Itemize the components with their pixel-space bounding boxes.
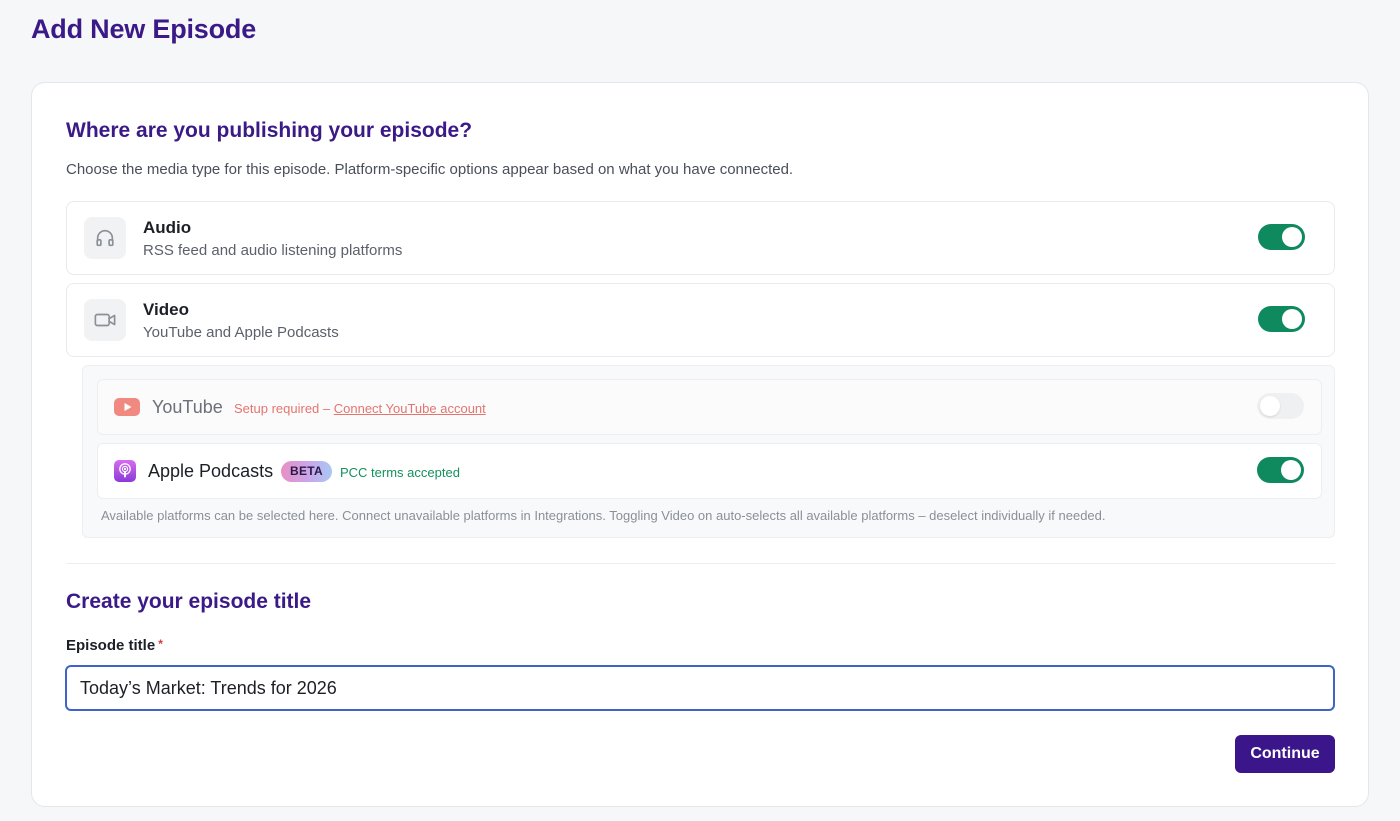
platform-name-youtube: YouTube (152, 397, 223, 417)
toggle-knob (1260, 396, 1280, 416)
video-camera-icon (84, 299, 126, 341)
media-subtitle-video: YouTube and Apple Podcasts (143, 324, 339, 341)
video-toggle[interactable] (1258, 306, 1305, 332)
episode-title-input[interactable] (65, 665, 1335, 711)
toggle-knob (1281, 460, 1301, 480)
youtube-icon (114, 397, 140, 417)
publishing-description: Choose the media type for this episode. … (66, 161, 794, 178)
beta-badge: BETA (281, 461, 332, 482)
apple-pcc-status: PCC terms accepted (340, 465, 460, 480)
required-marker: * (158, 637, 163, 651)
headphones-icon (84, 217, 126, 259)
video-platforms-panel: YouTube Setup required – Connect YouTube… (82, 365, 1335, 538)
page-title: Add New Episode (31, 14, 257, 44)
title-section-heading: Create your episode title (66, 590, 312, 613)
media-subtitle-audio: RSS feed and audio listening platforms (143, 242, 403, 259)
media-name-audio: Audio (143, 218, 192, 237)
episode-title-label: Episode title * (66, 637, 163, 654)
platform-row-youtube: YouTube Setup required – Connect YouTube… (97, 379, 1322, 435)
youtube-setup-status: Setup required – Connect YouTube account (234, 401, 486, 416)
platform-name-apple-podcasts: Apple Podcasts (148, 461, 274, 481)
media-row-video: Video YouTube and Apple Podcasts (66, 283, 1335, 357)
apple-podcasts-toggle[interactable] (1257, 457, 1304, 483)
youtube-toggle[interactable] (1257, 393, 1304, 419)
continue-button[interactable]: Continue (1235, 735, 1335, 773)
platform-row-apple-podcasts: Apple Podcasts BETA PCC terms accepted (97, 443, 1322, 499)
media-name-video: Video (143, 300, 189, 319)
section-divider (66, 563, 1335, 564)
platforms-note: Available platforms can be selected here… (101, 508, 1106, 523)
episode-title-label-text: Episode title (66, 637, 156, 654)
audio-toggle[interactable] (1258, 224, 1305, 250)
toggle-knob (1282, 227, 1302, 247)
toggle-knob (1282, 309, 1302, 329)
connect-youtube-link[interactable]: Connect YouTube account (334, 401, 486, 416)
publishing-heading: Where are you publishing your episode? (66, 119, 473, 142)
youtube-setup-prefix: Setup required – (234, 401, 334, 416)
apple-podcasts-icon (114, 460, 138, 482)
media-row-audio: Audio RSS feed and audio listening platf… (66, 201, 1335, 275)
episode-form-card: Where are you publishing your episode? C… (31, 82, 1369, 807)
